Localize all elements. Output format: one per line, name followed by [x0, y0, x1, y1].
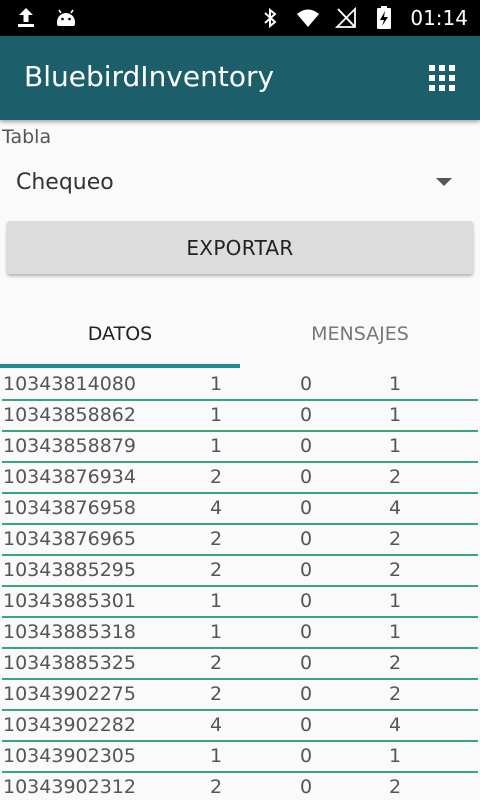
row-code: 10343876934 [3, 466, 136, 488]
tab-indicator [0, 364, 240, 368]
table-row[interactable]: 10343902275 2 0 2 [0, 680, 480, 711]
row-count-1: 2 [210, 683, 223, 705]
row-count-2: 0 [300, 466, 313, 488]
row-count-1: 2 [210, 559, 223, 581]
wifi-icon [296, 4, 320, 32]
row-count-2: 0 [300, 528, 313, 550]
status-time: 01:14 [410, 6, 468, 30]
dropdown-arrow-icon [436, 178, 452, 186]
row-count-2: 0 [300, 683, 313, 705]
table-row[interactable]: 10343885325 2 0 2 [0, 649, 480, 680]
row-code: 10343858862 [3, 404, 136, 426]
row-count-3: 2 [389, 528, 402, 550]
row-count-1: 4 [210, 714, 223, 736]
table-row[interactable]: 10343902282 4 0 4 [0, 711, 480, 742]
table-row[interactable]: 10343876958 4 0 4 [0, 494, 480, 525]
status-bar: 01:14 [0, 0, 480, 36]
table-row[interactable]: 10343885295 2 0 2 [0, 556, 480, 587]
grid-icon [429, 65, 455, 91]
row-count-1: 1 [210, 590, 223, 612]
row-count-1: 2 [210, 528, 223, 550]
row-count-1: 2 [210, 466, 223, 488]
row-count-3: 1 [389, 373, 402, 395]
row-code: 10343902282 [3, 714, 136, 736]
battery-charging-icon [372, 4, 396, 32]
row-code: 10343814080 [3, 373, 136, 395]
row-count-2: 0 [300, 559, 313, 581]
row-code: 10343902305 [3, 745, 136, 767]
row-count-1: 1 [210, 373, 223, 395]
table-label: Tabla [2, 126, 52, 148]
table-row[interactable]: 10343858879 1 0 1 [0, 432, 480, 463]
export-button[interactable]: EXPORTAR [7, 221, 473, 274]
row-count-3: 2 [389, 466, 402, 488]
table-row[interactable]: 10343885301 1 0 1 [0, 587, 480, 618]
row-count-2: 0 [300, 652, 313, 674]
row-count-3: 2 [389, 559, 402, 581]
table-row[interactable]: 10343902312 2 0 2 [0, 773, 480, 800]
row-count-3: 1 [389, 404, 402, 426]
row-count-2: 0 [300, 373, 313, 395]
row-code: 10343902312 [3, 776, 136, 798]
data-table: 10343814080 1 0 1 10343858862 1 0 1 10343858879 1… [0, 370, 480, 800]
row-count-1: 1 [210, 435, 223, 457]
table-select[interactable]: Chequeo [0, 158, 480, 206]
row-count-3: 4 [389, 497, 402, 519]
row-count-1: 1 [210, 404, 223, 426]
android-icon [54, 4, 78, 32]
row-count-2: 0 [300, 621, 313, 643]
table-row[interactable]: 10343876965 2 0 2 [0, 525, 480, 556]
row-count-3: 1 [389, 590, 402, 612]
grid-menu-button[interactable] [424, 60, 460, 96]
row-count-1: 2 [210, 652, 223, 674]
row-count-1: 4 [210, 497, 223, 519]
app-title: BluebirdInventory [24, 60, 275, 93]
table-row[interactable]: 10343814080 1 0 1 [0, 370, 480, 401]
row-code: 10343885325 [3, 652, 136, 674]
row-count-1: 2 [210, 776, 223, 798]
row-count-3: 1 [389, 621, 402, 643]
bluetooth-icon [258, 4, 282, 32]
table-row[interactable]: 10343885318 1 0 1 [0, 618, 480, 649]
row-count-3: 2 [389, 652, 402, 674]
row-count-2: 0 [300, 404, 313, 426]
row-count-3: 4 [389, 714, 402, 736]
row-count-2: 0 [300, 497, 313, 519]
table-row[interactable]: 10343858862 1 0 1 [0, 401, 480, 432]
tab-mensajes[interactable]: MENSAJES [240, 300, 480, 368]
upload-icon [14, 4, 38, 32]
table-row[interactable]: 10343902305 1 0 1 [0, 742, 480, 773]
row-count-1: 1 [210, 621, 223, 643]
row-count-3: 2 [389, 776, 402, 798]
row-code: 10343858879 [3, 435, 136, 457]
row-code: 10343902275 [3, 683, 136, 705]
row-code: 10343885318 [3, 621, 136, 643]
row-count-3: 2 [389, 683, 402, 705]
row-count-2: 0 [300, 745, 313, 767]
tab-bar: DATOS MENSAJES [0, 300, 480, 368]
row-count-3: 1 [389, 435, 402, 457]
row-count-3: 1 [389, 745, 402, 767]
row-count-2: 0 [300, 776, 313, 798]
row-code: 10343876965 [3, 528, 136, 550]
table-select-value: Chequeo [16, 170, 114, 195]
row-code: 10343885301 [3, 590, 136, 612]
row-code: 10343876958 [3, 497, 136, 519]
app-bar: BluebirdInventory [0, 36, 480, 120]
table-row[interactable]: 10343876934 2 0 2 [0, 463, 480, 494]
row-count-2: 0 [300, 590, 313, 612]
row-code: 10343885295 [3, 559, 136, 581]
no-sim-icon [334, 4, 358, 32]
tab-datos[interactable]: DATOS [0, 300, 240, 368]
row-count-2: 0 [300, 714, 313, 736]
row-count-2: 0 [300, 435, 313, 457]
row-count-1: 1 [210, 745, 223, 767]
